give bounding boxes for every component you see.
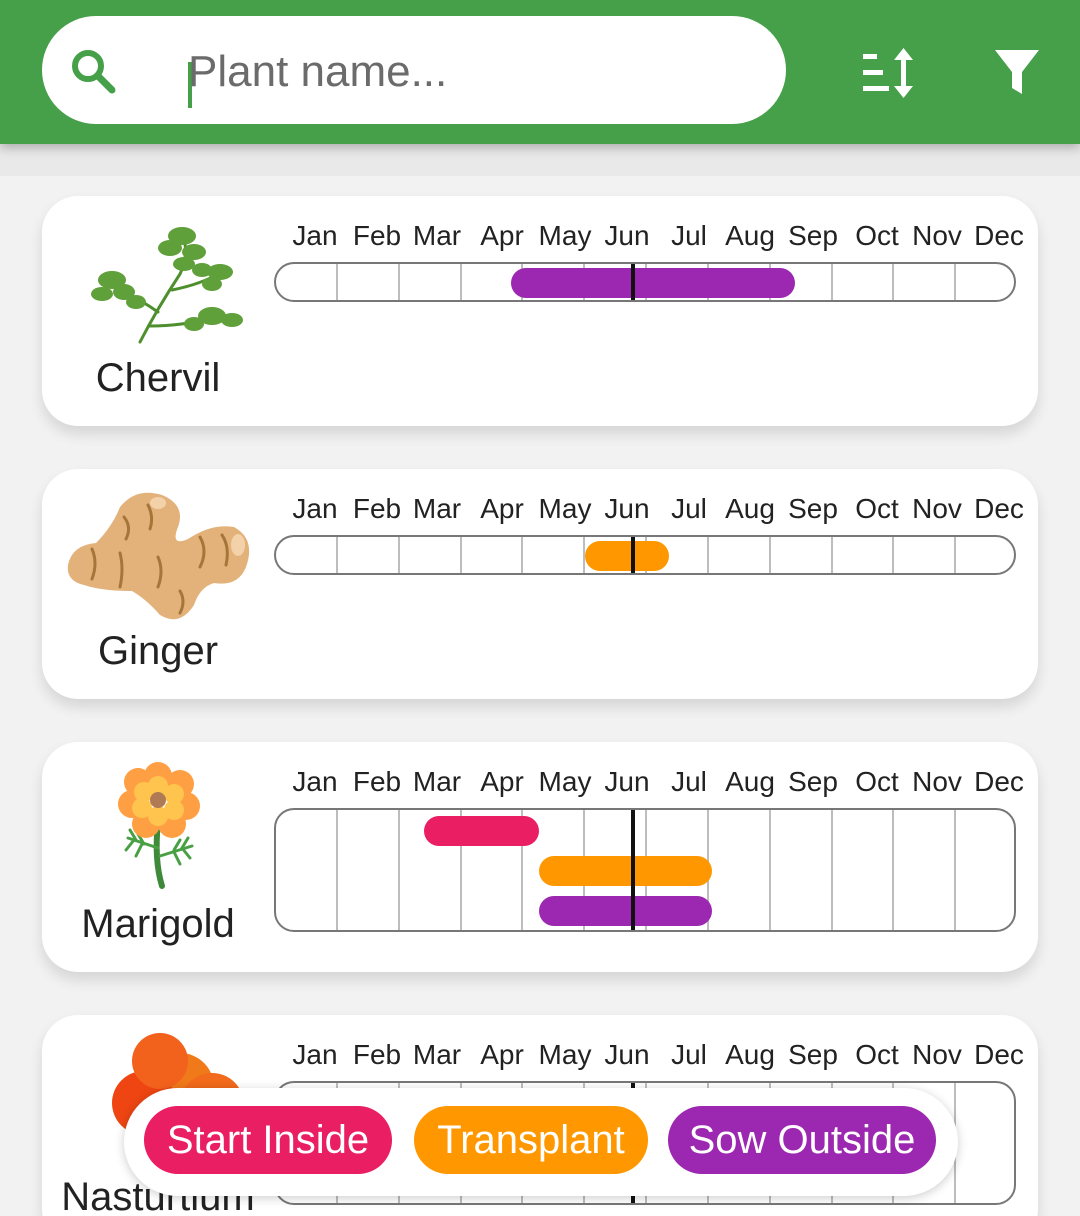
month-label: Mar [412, 1039, 462, 1070]
ginger-icon [67, 492, 250, 620]
calendar-track [274, 262, 1016, 302]
month-label: Mar [412, 220, 462, 251]
month-label: Dec [974, 766, 1024, 797]
month-label: Nov [912, 766, 962, 797]
plant-card[interactable]: Ginger Jan Feb Mar Apr May Jun Jul Aug Sep Oct Nov… [42, 469, 1038, 699]
month-divider [892, 537, 895, 573]
month-label: Nov [912, 493, 962, 524]
month-label: Jan [292, 1039, 338, 1070]
month-divider [335, 810, 338, 930]
month-label: Jun [604, 220, 650, 251]
month-label: Jul [671, 220, 707, 251]
month-divider [706, 537, 709, 573]
month-divider [892, 810, 895, 930]
month-divider [397, 810, 400, 930]
month-divider [830, 537, 833, 573]
calendar-track [274, 535, 1016, 575]
month-labels: Jan Feb Mar Apr May Jun Jul Aug Sep Oct Nov Dec [276, 220, 1023, 260]
month-divider [954, 537, 957, 573]
month-label: May [538, 220, 592, 251]
month-label: Sep [788, 493, 838, 524]
calendar-track [274, 808, 1016, 932]
sort-button[interactable] [855, 38, 925, 108]
month-label: Apr [480, 766, 524, 797]
month-label: Apr [480, 1039, 524, 1070]
plant-name: Ginger [97, 629, 219, 673]
month-label: Jun [604, 493, 650, 524]
month-label: Sep [788, 766, 838, 797]
month-label: Nov [912, 1039, 962, 1070]
month-label: Aug [725, 493, 775, 524]
month-label: May [538, 493, 592, 524]
app-bar [0, 0, 1080, 144]
month-label: Jan [292, 493, 338, 524]
month-label: Jul [671, 766, 707, 797]
list-top-shadow [0, 144, 1080, 176]
month-divider [459, 264, 462, 300]
month-divider [830, 810, 833, 930]
sort-icon [863, 48, 913, 98]
month-divider [768, 537, 771, 573]
sow-outside-bar [538, 896, 712, 926]
current-date-marker [631, 810, 636, 930]
month-label: Dec [974, 1039, 1024, 1070]
month-divider [830, 264, 833, 300]
month-divider [335, 264, 338, 300]
marigold-icon [118, 762, 200, 889]
plant-name: Marigold [81, 902, 235, 946]
month-label: Sep [788, 1039, 838, 1070]
month-label: Apr [480, 493, 524, 524]
month-divider [459, 537, 462, 573]
search-bar[interactable] [42, 16, 786, 124]
month-label: Jun [604, 1039, 650, 1070]
month-divider [397, 264, 400, 300]
month-label: Aug [725, 220, 775, 251]
legend-transplant-chip[interactable]: Transplant [414, 1106, 648, 1174]
month-divider [335, 537, 338, 573]
plant-card[interactable]: Chervil Jan Feb Mar Apr May Jun Jul Aug Sep Oct No… [42, 196, 1038, 426]
month-label: Aug [725, 766, 775, 797]
month-label: Dec [974, 493, 1024, 524]
transplant-bar [585, 541, 669, 571]
month-label: May [538, 766, 592, 797]
search-icon [72, 50, 116, 94]
month-label: Mar [412, 493, 462, 524]
month-label: Dec [974, 220, 1024, 251]
chervil-icon [91, 227, 243, 344]
transplant-bar [538, 856, 712, 886]
search-input[interactable] [188, 42, 748, 102]
filter-button[interactable] [982, 38, 1052, 108]
month-label: Apr [480, 220, 524, 251]
month-label: Mar [412, 766, 462, 797]
legend-sow-outside-chip[interactable]: Sow Outside [668, 1106, 936, 1174]
month-label: Jun [604, 766, 650, 797]
month-labels: Jan Feb Mar Apr May Jun Jul Aug Sep Oct Nov Dec [276, 493, 1023, 533]
month-label: Jul [671, 1039, 707, 1070]
sow-outside-bar [510, 268, 796, 298]
month-labels: Jan Feb Mar Apr May Jun Jul Aug Sep Oct Nov Dec [276, 766, 1023, 806]
plant-name: Chervil [95, 356, 221, 400]
month-label: Jul [671, 493, 707, 524]
month-labels: Jan Feb Mar Apr May Jun Jul Aug Sep Oct Nov Dec [276, 1039, 1023, 1079]
month-divider [892, 264, 895, 300]
plant-card[interactable]: Marigold Jan Feb Mar Apr May Jun Jul Aug Sep Oct N… [42, 742, 1038, 972]
month-divider [397, 537, 400, 573]
month-label: Jan [292, 766, 338, 797]
current-date-marker [631, 264, 636, 300]
legend-start-inside-chip[interactable]: Start Inside [144, 1106, 392, 1174]
start-inside-bar [424, 816, 539, 846]
month-label: Nov [912, 220, 962, 251]
current-date-marker [631, 537, 636, 573]
month-label: May [538, 1039, 592, 1070]
month-divider [954, 264, 957, 300]
filter-icon [995, 50, 1039, 94]
month-divider [521, 537, 524, 573]
month-divider [768, 810, 771, 930]
month-divider [954, 810, 957, 930]
month-label: Sep [788, 220, 838, 251]
month-label: Jan [292, 220, 338, 251]
month-label: Aug [725, 1039, 775, 1070]
legend: Start Inside Transplant Sow Outside [124, 1088, 958, 1196]
